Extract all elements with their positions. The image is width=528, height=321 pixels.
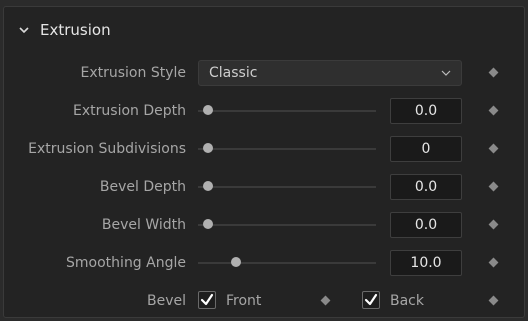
slider-thumb[interactable] <box>203 181 213 191</box>
bevel-front-checkbox[interactable] <box>198 291 216 309</box>
row-extrusion-style: Extrusion Style Classic <box>4 59 526 87</box>
section-title: Extrusion <box>40 21 111 39</box>
bevel-front-label: Front <box>226 293 262 309</box>
keyframe-diamond-icon[interactable] <box>488 143 499 154</box>
extrusion-depth-slider[interactable] <box>198 105 376 115</box>
bevel-width-input[interactable]: 0.0 <box>390 212 462 238</box>
row-bevel-depth: Bevel Depth 0.0 <box>4 173 526 201</box>
checkmark-icon <box>200 293 214 306</box>
smoothing-angle-input[interactable]: 10.0 <box>390 250 462 276</box>
label-extrusion-subdivisions: Extrusion Subdivisions <box>28 141 186 157</box>
bevel-back-checkbox[interactable] <box>362 291 380 309</box>
keyframe-diamond-icon[interactable] <box>320 295 331 306</box>
slider-thumb[interactable] <box>231 257 242 267</box>
slider-thumb[interactable] <box>203 143 213 153</box>
bevel-back-label: Back <box>390 293 424 309</box>
label-bevel-width: Bevel Width <box>101 217 186 233</box>
keyframe-diamond-icon[interactable] <box>488 105 499 116</box>
smoothing-angle-slider[interactable] <box>198 257 376 267</box>
row-smoothing-angle: Smoothing Angle 10.0 <box>4 249 526 277</box>
bevel-width-slider[interactable] <box>198 219 376 229</box>
bevel-depth-input[interactable]: 0.0 <box>390 174 462 200</box>
label-extrusion-style: Extrusion Style <box>80 65 187 81</box>
label-smoothing-angle: Smoothing Angle <box>66 255 186 271</box>
extrusion-subdivisions-slider[interactable] <box>198 143 376 153</box>
slider-thumb[interactable] <box>203 219 213 229</box>
label-bevel-depth: Bevel Depth <box>99 179 186 195</box>
row-bevel: Bevel Front Back <box>4 287 526 315</box>
bevel-depth-slider[interactable] <box>198 181 376 191</box>
keyframe-diamond-icon[interactable] <box>488 181 499 192</box>
row-extrusion-depth: Extrusion Depth 0.0 <box>4 97 526 125</box>
keyframe-diamond-icon[interactable] <box>488 67 499 78</box>
section-header-extrusion[interactable]: Extrusion <box>18 19 111 41</box>
keyframe-diamond-icon[interactable] <box>488 295 499 306</box>
keyframe-diamond-icon[interactable] <box>488 219 499 230</box>
row-extrusion-subdivisions: Extrusion Subdivisions 0 <box>4 135 526 163</box>
keyframe-diamond-icon[interactable] <box>488 257 499 268</box>
slider-thumb[interactable] <box>203 105 213 115</box>
chevron-down-icon <box>441 70 451 76</box>
checkmark-icon <box>364 293 378 306</box>
label-bevel: Bevel <box>146 293 186 309</box>
chevron-down-icon[interactable] <box>18 24 30 36</box>
extrusion-subdivisions-input[interactable]: 0 <box>390 136 462 162</box>
row-bevel-width: Bevel Width 0.0 <box>4 211 526 239</box>
extrusion-panel: Extrusion Extrusion Style Classic Extrus… <box>3 6 525 318</box>
extrusion-depth-input[interactable]: 0.0 <box>390 98 462 124</box>
label-extrusion-depth: Extrusion Depth <box>73 103 186 119</box>
extrusion-style-dropdown[interactable]: Classic <box>198 60 462 86</box>
dropdown-value: Classic <box>209 65 258 81</box>
